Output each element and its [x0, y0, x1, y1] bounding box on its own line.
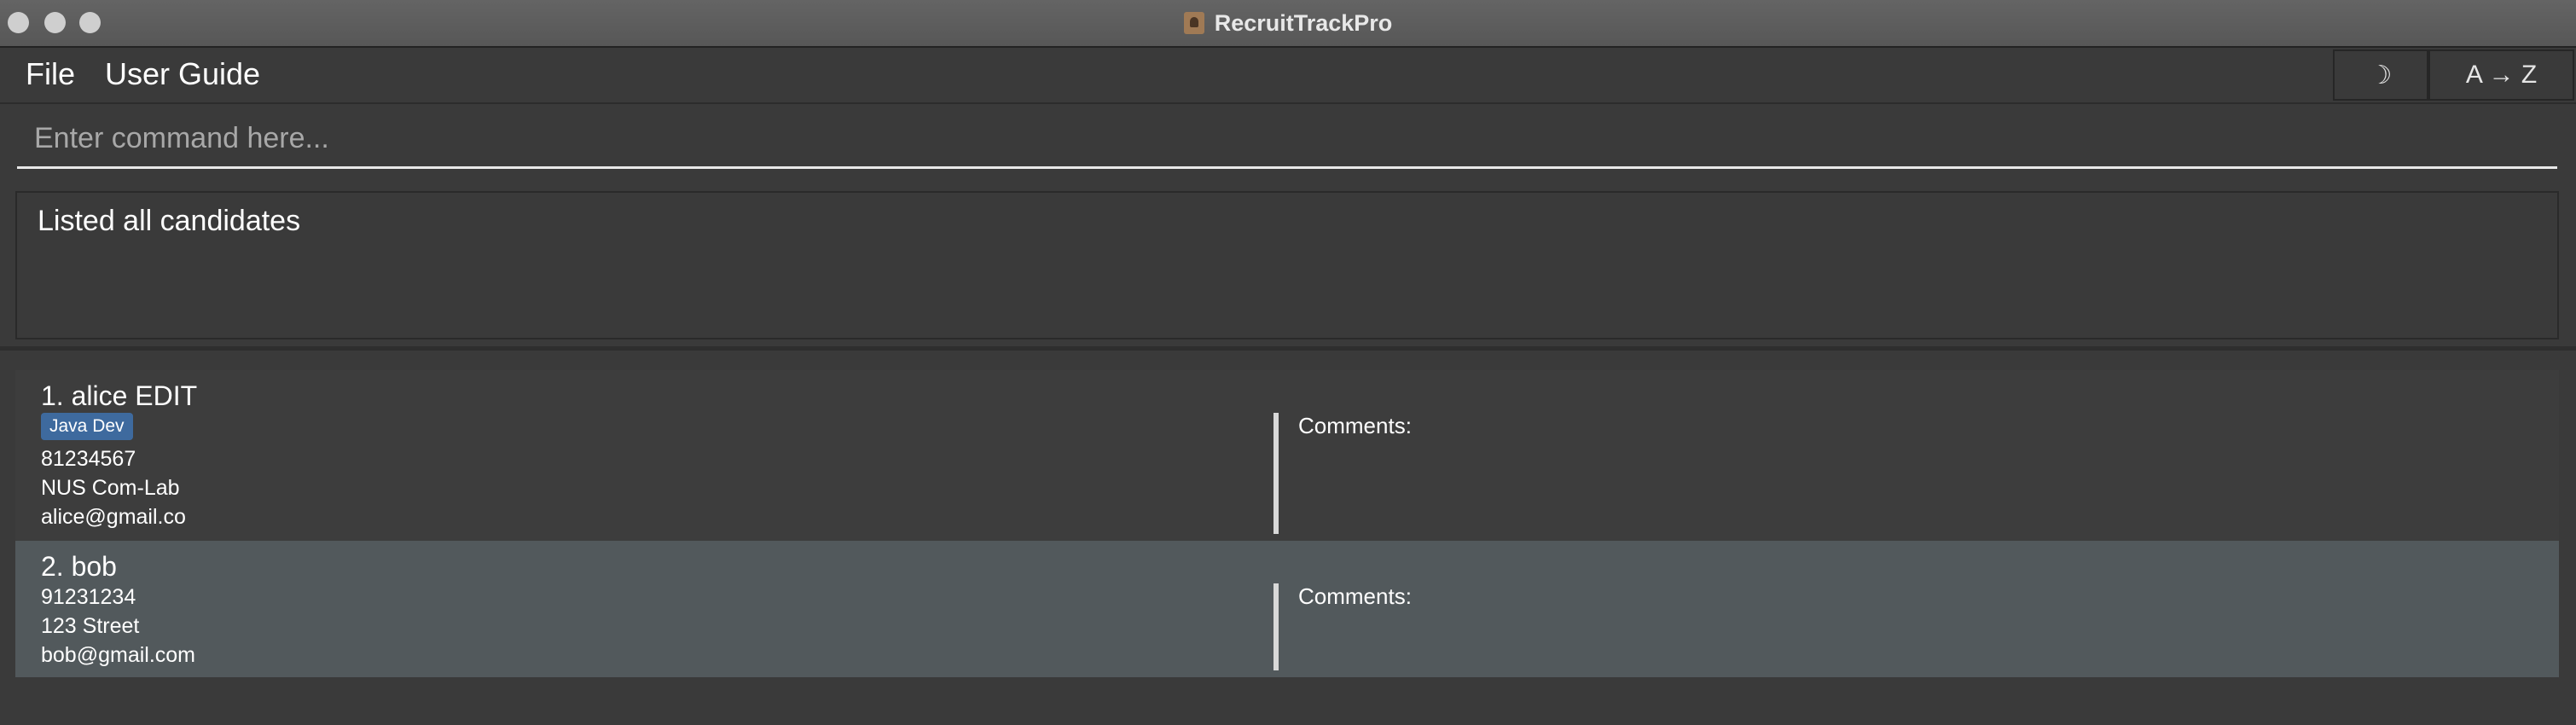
title-bar: RecruitTrackPro [0, 0, 2576, 48]
candidate-email: alice@gmail.co [41, 505, 186, 529]
theme-toggle-button[interactable]: ☽ [2333, 49, 2428, 101]
title-wrap: RecruitTrackPro [0, 0, 2576, 46]
menu-user-guide[interactable]: User Guide [105, 56, 260, 92]
command-box [17, 111, 2557, 169]
candidate-address: NUS Com-Lab [41, 476, 180, 500]
candidate-phone: 81234567 [41, 447, 136, 471]
window-title: RecruitTrackPro [1214, 9, 1393, 36]
comments-label: Comments: [1298, 413, 1412, 438]
candidate-phone: 91231234 [41, 585, 136, 609]
candidate-name: 2. bob [41, 551, 117, 582]
candidate-name: 1. alice EDIT [41, 380, 198, 411]
candidate-tag: Java Dev [41, 413, 133, 440]
candidate-email: bob@gmail.com [41, 643, 196, 667]
result-message: Listed all candidates [38, 205, 301, 237]
menu-bar: File User Guide ☽ A → Z [0, 48, 2576, 104]
app-window: RecruitTrackPro File User Guide ☽ A → Z … [0, 0, 2576, 725]
sort-label: A → Z [2465, 61, 2538, 89]
result-display: Listed all candidates [15, 191, 2559, 339]
candidate-address: 123 Street [41, 614, 140, 638]
comments-separator [1273, 413, 1279, 534]
candidate-card[interactable]: 1. alice EDIT Java Dev 81234567 NUS Com-… [15, 370, 2559, 541]
split-divider[interactable] [0, 346, 2576, 351]
command-input[interactable] [17, 111, 2557, 166]
comments-label: Comments: [1298, 583, 1412, 609]
menu-file[interactable]: File [26, 56, 75, 92]
comments-separator [1273, 583, 1279, 670]
moon-icon: ☽ [2369, 61, 2393, 90]
candidate-card[interactable]: 2. bob 91231234 123 Street bob@gmail.com… [15, 541, 2559, 677]
app-icon [1183, 12, 1204, 34]
sort-button[interactable]: A → Z [2428, 49, 2574, 101]
candidate-list: 1. alice EDIT Java Dev 81234567 NUS Com-… [15, 370, 2559, 677]
